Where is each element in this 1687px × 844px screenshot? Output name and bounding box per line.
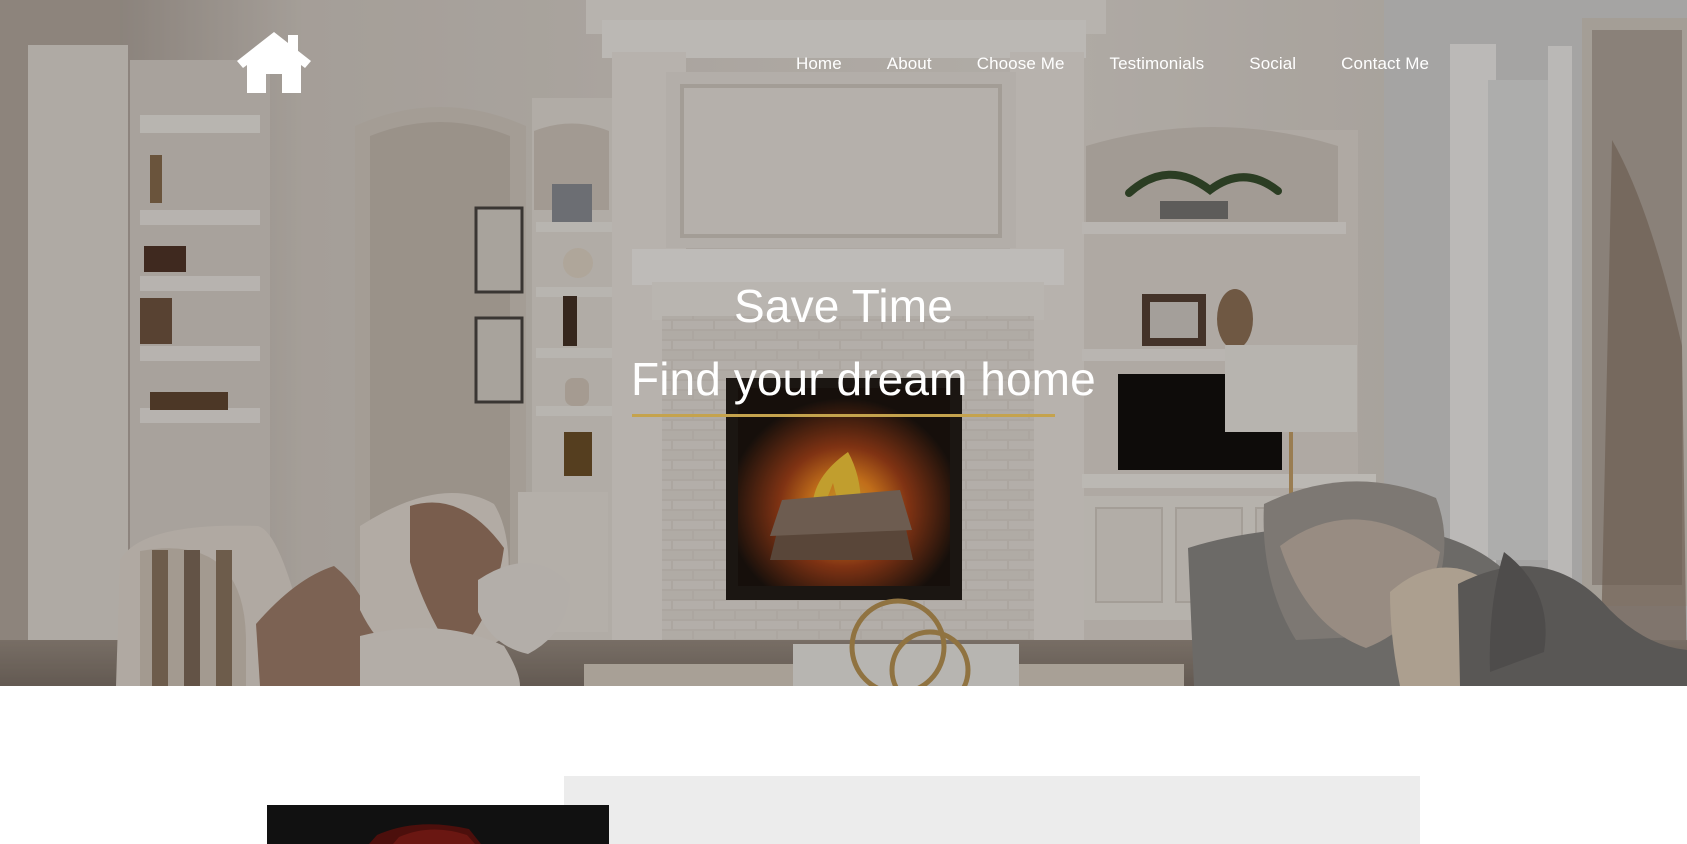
content-image xyxy=(267,805,609,844)
hero-underline xyxy=(632,414,1055,417)
house-logo[interactable] xyxy=(236,32,312,94)
hero-section: Home About Choose Me Testimonials Social… xyxy=(0,0,1687,686)
house-icon xyxy=(237,32,311,93)
content-panel xyxy=(564,776,1420,844)
main-navigation: Home About Choose Me Testimonials Social… xyxy=(796,53,1429,75)
nav-home-link[interactable]: Home xyxy=(796,53,842,75)
hero-headline-group: Save Time Find your dream home xyxy=(631,278,1096,417)
hero-subtitle: Find your dream home xyxy=(631,353,1096,405)
hero-title: Save Time xyxy=(733,280,954,332)
nav-contact-me-link[interactable]: Contact Me xyxy=(1341,53,1429,75)
nav-about-link[interactable]: About xyxy=(887,53,932,75)
nav-testimonials-link[interactable]: Testimonials xyxy=(1110,53,1205,75)
page: Home About Choose Me Testimonials Social… xyxy=(0,0,1687,844)
nav-social-link[interactable]: Social xyxy=(1249,53,1296,75)
nav-choose-me-link[interactable]: Choose Me xyxy=(977,53,1065,75)
